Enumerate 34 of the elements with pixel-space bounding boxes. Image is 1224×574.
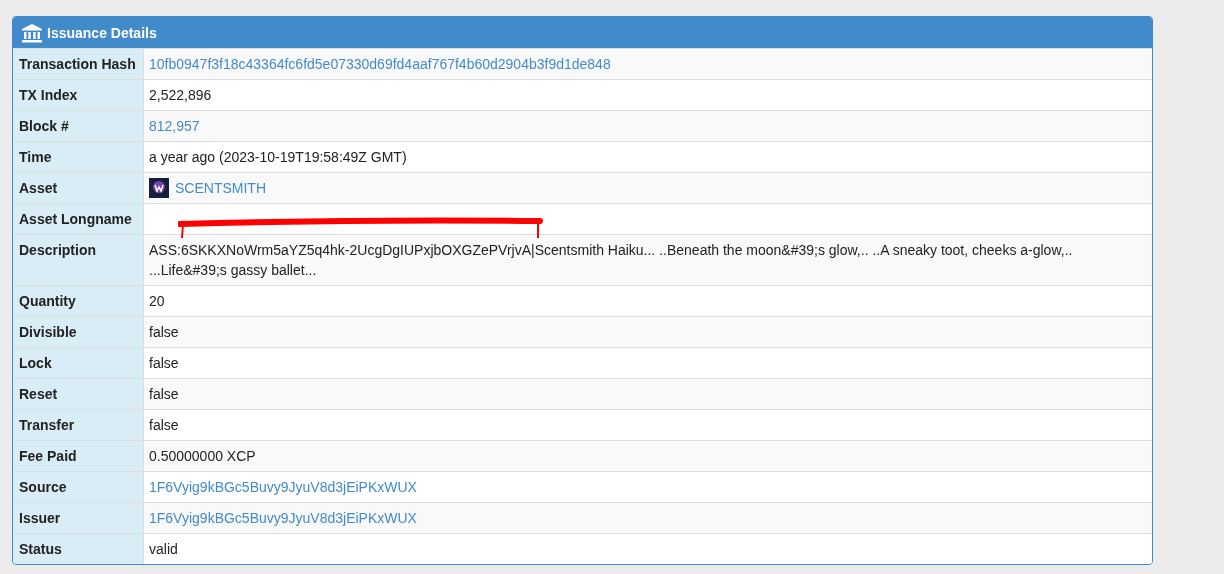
row-label: Lock xyxy=(13,347,144,378)
row-label: Issuer xyxy=(13,502,144,533)
value-text: false xyxy=(149,386,179,402)
row-label: Divisible xyxy=(13,316,144,347)
row-label: Fee Paid xyxy=(13,440,144,471)
value-link[interactable]: 812,957 xyxy=(149,118,200,134)
panel-title: Issuance Details xyxy=(47,24,157,41)
value-text: 20 xyxy=(149,293,165,309)
value-text: valid xyxy=(149,541,178,557)
row-label: Block # xyxy=(13,110,144,141)
value-text: 0.50000000 XCP xyxy=(149,448,256,464)
row-label: Transfer xyxy=(13,409,144,440)
value-text: 2,522,896 xyxy=(149,87,212,103)
row-label: Quantity xyxy=(13,285,144,316)
row-label: Status xyxy=(13,533,144,564)
value-link[interactable]: 10fb0947f3f18c43364fc6fd5e07330d69fd4aaf767f4b60d2904b3f9d1de848 xyxy=(149,56,611,72)
row-label: Transaction Hash xyxy=(13,48,144,79)
row-label: Asset Longname xyxy=(13,203,144,234)
asset-link[interactable]: SCENTSMITH xyxy=(175,180,266,196)
bank-icon xyxy=(21,22,43,43)
asset-icon xyxy=(149,178,169,198)
value-text: ASS:6SKKXNoWrm5aYZ5q4hk-2UcgDgIUPxjbOXGZePVrjvA|Scentsmith Haiku... ..Beneath the moon&#39;s glow,.. ..A sneaky toot, cheeks a-glow,.. ...Life&#39;s gassy ballet... xyxy=(149,241,1074,280)
value-text: false xyxy=(149,417,179,433)
row-label: TX Index xyxy=(13,79,144,110)
row-label: Source xyxy=(13,471,144,502)
value-text: false xyxy=(149,355,179,371)
row-label: Reset xyxy=(13,378,144,409)
value-link[interactable]: 1F6Vyig9kBGc5Buvy9JyuV8d3jEiPKxWUX xyxy=(149,479,417,495)
value-text: a year ago (2023-10-19T19:58:49Z GMT) xyxy=(149,149,407,165)
row-label: Time xyxy=(13,141,144,172)
row-label: Asset xyxy=(13,172,144,203)
value-text: false xyxy=(149,324,179,340)
row-label: Description xyxy=(13,234,144,285)
value-link[interactable]: 1F6Vyig9kBGc5Buvy9JyuV8d3jEiPKxWUX xyxy=(149,510,417,526)
